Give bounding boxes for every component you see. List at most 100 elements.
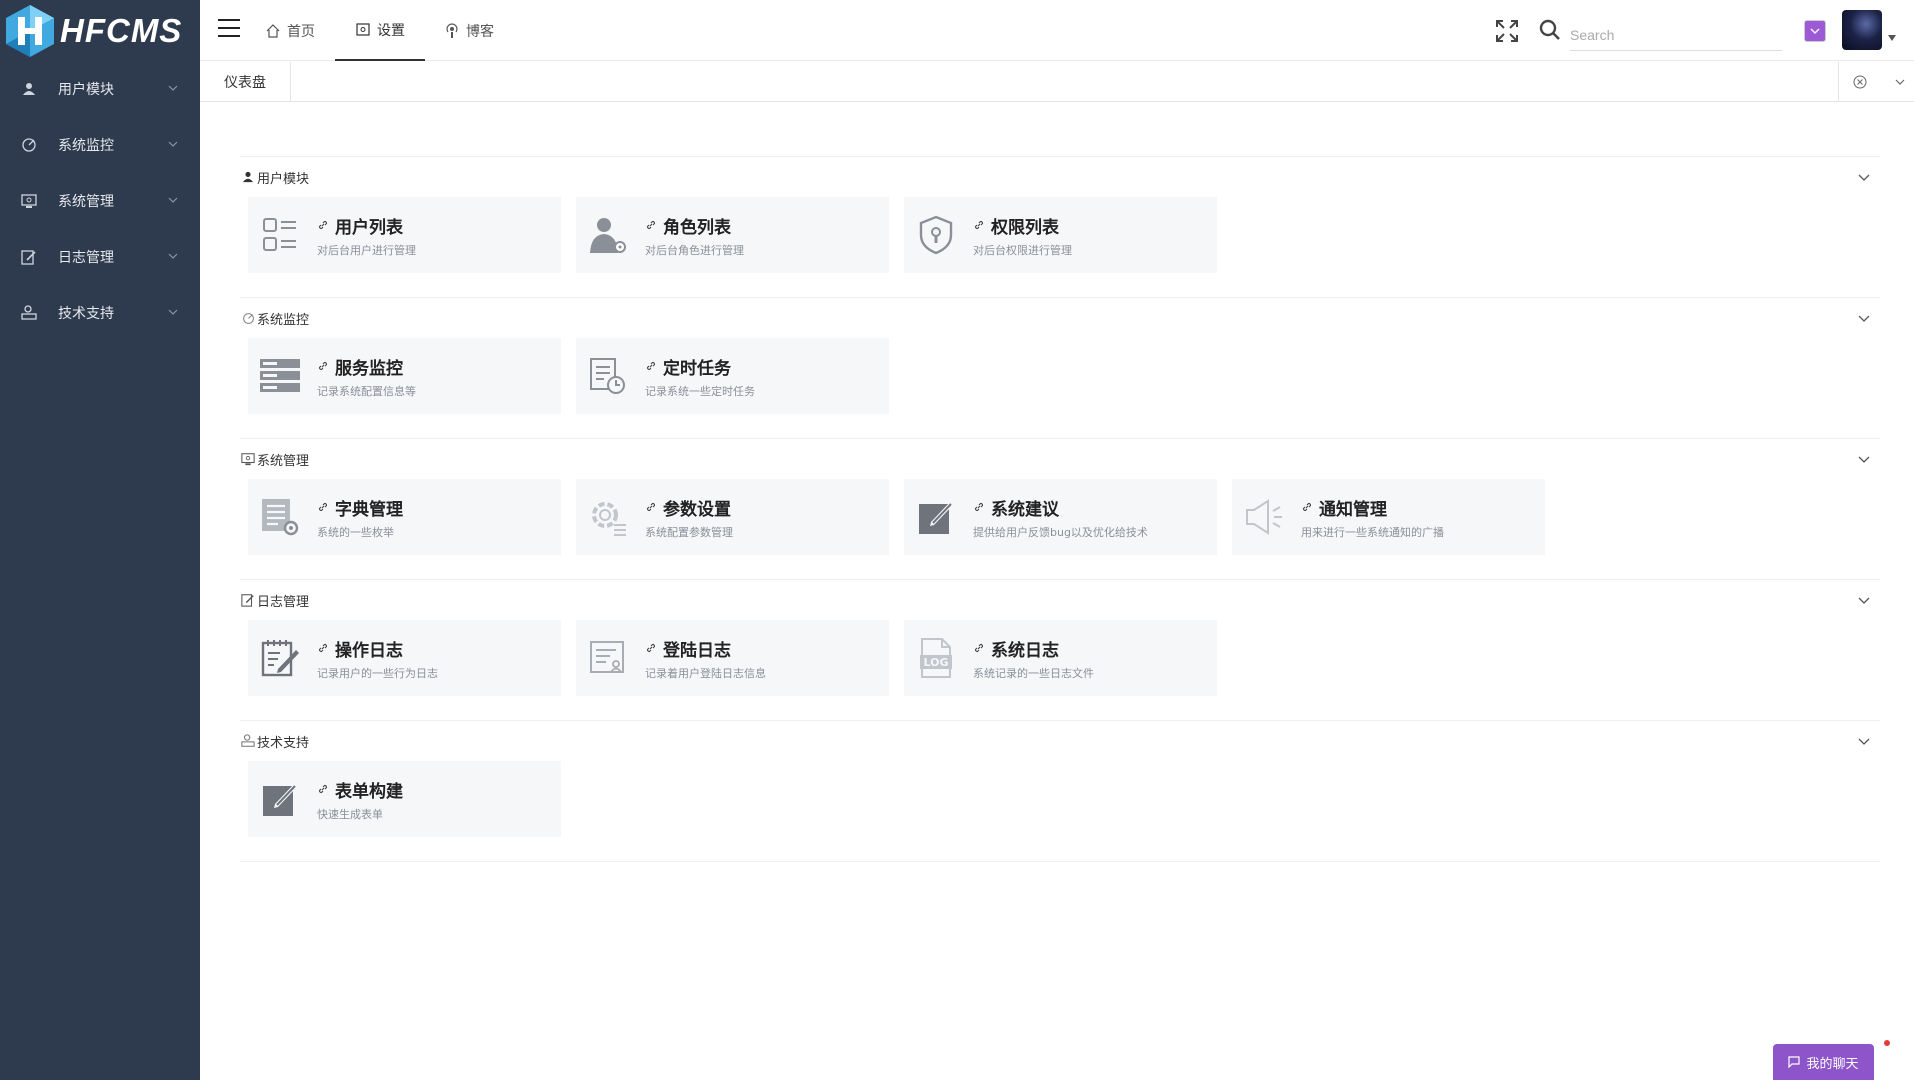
tab-label: 设置 [377,22,405,39]
card-desc: 系统的一些枚举 [317,525,394,539]
card-title: 表单构建 [335,781,403,802]
fullscreen-icon[interactable] [1495,19,1519,43]
link-icon [645,642,657,654]
chevron-down-icon [168,85,178,91]
user-gear-icon [584,211,632,259]
card-desc: 系统记录的一些日志文件 [973,666,1094,680]
card-desc: 记录用户的一些行为日志 [317,666,438,680]
system-icon [240,451,256,467]
group-title: 用户模块 [257,171,310,187]
search-input[interactable] [1570,19,1782,51]
link-icon [1301,501,1313,513]
sidebar-item-user[interactable]: 用户模块 [0,61,200,117]
card-title: 服务监控 [335,358,403,379]
list-icon [256,211,304,259]
tab-blog[interactable]: 博客 [444,0,494,61]
open-tab-dashboard[interactable]: 仪表盘 [200,62,291,101]
sidebar-item-monitor[interactable]: 系统监控 [0,117,200,173]
tab-tools [1838,62,1914,101]
settings-icon [355,22,371,38]
my-chat-button[interactable]: 我的聊天 [1773,1044,1874,1080]
card-title: 用户列表 [335,217,403,238]
caret-down-icon[interactable] [1888,35,1896,41]
card-scheduled-task[interactable]: 定时任务 记录系统一些定时任务 [576,338,889,414]
sidebar-item-label: 系统管理 [58,194,114,210]
link-icon [645,219,657,231]
card-system-log[interactable]: LOG 系统日志 系统记录的一些日志文件 [904,620,1217,696]
card-desc: 用来进行一些系统通知的广播 [1301,525,1444,539]
group-header[interactable]: 技术支持 [240,721,1880,761]
login-doc-icon [584,634,632,682]
card-desc: 记录着用户登陆日志信息 [645,666,766,680]
card-operation-log[interactable]: 操作日志 记录用户的一些行为日志 [248,620,561,696]
card-title: 系统日志 [991,640,1059,661]
support-icon [240,733,256,749]
chevron-down-icon[interactable] [1858,172,1870,182]
logo[interactable]: HFCMS [0,0,200,61]
card-notifications[interactable]: 通知管理 用来进行一些系统通知的广播 [1232,479,1545,555]
card-desc: 快速生成表单 [317,807,383,821]
chevron-down-icon[interactable] [1858,736,1870,746]
link-icon [973,501,985,513]
group-header[interactable]: 系统管理 [240,439,1880,479]
card-title: 操作日志 [335,640,403,661]
tab-label: 首页 [287,23,315,40]
theme-color-button[interactable] [1804,20,1826,42]
card-desc: 对后台用户进行管理 [317,243,416,257]
tab-home[interactable]: 首页 [265,0,315,61]
group-title: 系统管理 [257,453,310,469]
logo-mark-icon [2,3,58,59]
card-user-list[interactable]: 用户列表 对后台用户进行管理 [248,197,561,273]
card-permission-list[interactable]: 权限列表 对后台权限进行管理 [904,197,1217,273]
top-header: 首页 设置 博客 [200,0,1914,61]
sidebar-item-support[interactable]: 技术支持 [0,285,200,341]
card-title: 角色列表 [663,217,731,238]
card-suggestions[interactable]: 系统建议 提供给用户反馈bug以及优化给技术 [904,479,1217,555]
open-tabs-bar: 仪表盘 [200,62,1914,102]
group-monitor: 系统监控 服务监控 记录系统配置信息等 定时任务 记录系统一些定时任务 [240,297,1880,438]
card-role-list[interactable]: 角色列表 对后台角色进行管理 [576,197,889,273]
logo-text: HFCMS [60,11,183,49]
group-header[interactable]: 系统监控 [240,298,1880,338]
avatar[interactable] [1842,10,1882,50]
card-title: 登陆日志 [663,640,731,661]
user-icon [240,169,256,185]
search-icon[interactable] [1539,19,1561,41]
sidebar-item-log[interactable]: 日志管理 [0,229,200,285]
tab-settings[interactable]: 设置 [335,0,425,61]
user-icon [20,80,38,98]
group-user: 用户模块 用户列表 对后台用户进行管理 角色列表 对后台角色进行管理 权限列表 … [240,156,1880,297]
card-title: 权限列表 [991,217,1059,238]
system-icon [20,192,38,210]
link-icon [317,219,329,231]
group-header[interactable]: 日志管理 [240,580,1880,620]
main-content: 用户模块 用户列表 对后台用户进行管理 角色列表 对后台角色进行管理 权限列表 … [240,156,1880,862]
clock-doc-icon [584,352,632,400]
group-header[interactable]: 用户模块 [240,157,1880,197]
card-service-monitor[interactable]: 服务监控 记录系统配置信息等 [248,338,561,414]
card-title: 通知管理 [1319,499,1387,520]
home-icon [265,23,281,39]
edit-icon [256,775,304,823]
group-title: 系统监控 [257,312,310,328]
chevron-down-icon[interactable] [1858,313,1870,323]
log-icon [240,592,256,608]
sidebar-item-system[interactable]: 系统管理 [0,173,200,229]
chevron-down-icon[interactable] [1858,595,1870,605]
link-icon [317,501,329,513]
menu-toggle-icon[interactable] [218,19,240,39]
server-icon [256,352,304,400]
chevron-down-icon[interactable] [1858,454,1870,464]
chat-label: 我的聊天 [1806,1056,1859,1072]
card-dictionary[interactable]: 字典管理 系统的一些枚举 [248,479,561,555]
tab-label: 博客 [466,23,494,40]
monitor-icon [20,136,38,154]
chevron-down-icon[interactable] [1895,78,1905,86]
card-desc: 提供给用户反馈bug以及优化给技术 [973,525,1148,539]
card-form-builder[interactable]: 表单构建 快速生成表单 [248,761,561,837]
card-login-log[interactable]: 登陆日志 记录着用户登陆日志信息 [576,620,889,696]
group-title: 日志管理 [257,594,310,610]
card-parameters[interactable]: 参数设置 系统配置参数管理 [576,479,889,555]
close-circle-icon[interactable] [1853,75,1867,89]
chevron-down-icon [168,197,178,203]
